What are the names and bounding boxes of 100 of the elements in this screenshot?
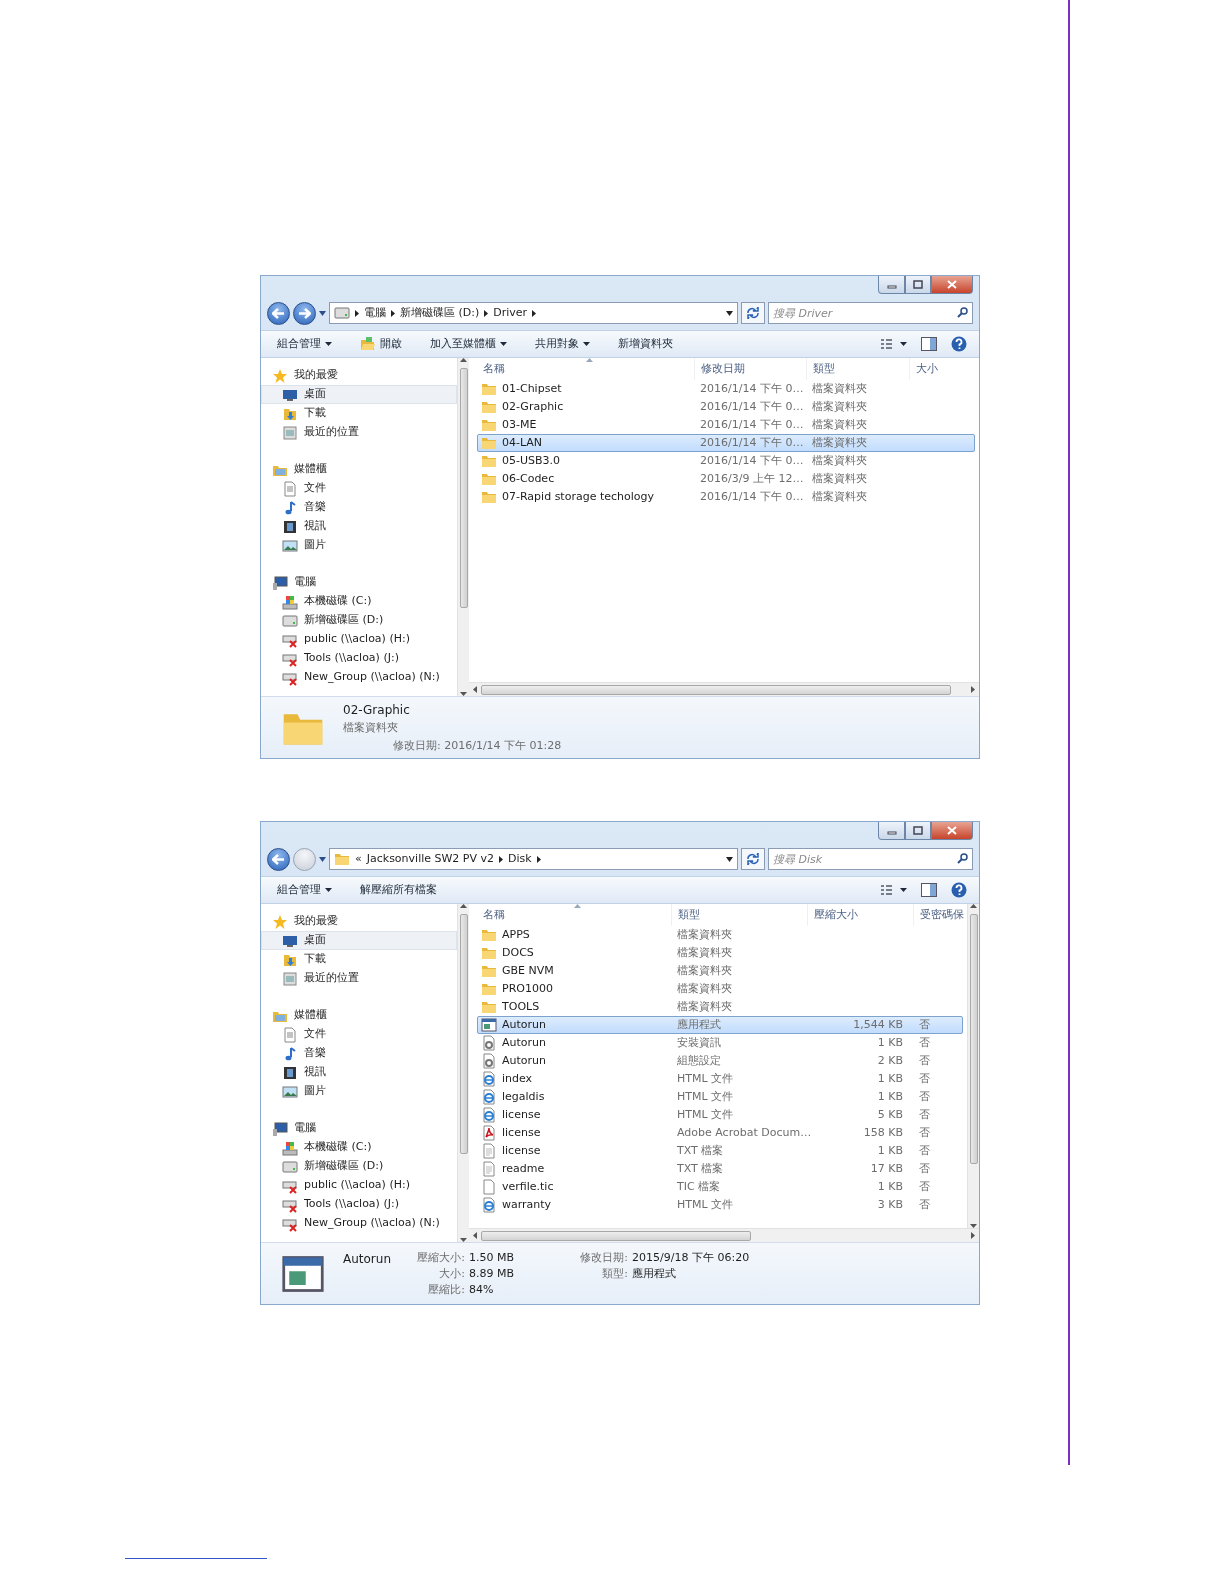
toolbar-button[interactable]: 解壓縮所有檔案 bbox=[356, 879, 441, 901]
caret-icon[interactable] bbox=[319, 856, 326, 862]
column-header[interactable]: 類型 bbox=[672, 904, 808, 926]
close-button[interactable] bbox=[931, 276, 973, 294]
breadcrumb[interactable]: Disk bbox=[508, 850, 532, 868]
search-field[interactable]: 搜尋 Disk bbox=[768, 848, 973, 870]
toolbar-button[interactable]: 組合管理 bbox=[273, 333, 336, 355]
scroll-left-icon[interactable] bbox=[473, 1232, 477, 1239]
breadcrumb[interactable]: 新增磁碟區 (D:) bbox=[400, 304, 480, 322]
chevron-icon[interactable] bbox=[355, 309, 359, 317]
file-row[interactable]: legaldis HTML 文件 1 KB 否 bbox=[477, 1088, 963, 1106]
sidebar-item[interactable]: Tools (\\acloa) (J:) bbox=[261, 649, 457, 668]
sidebar-item[interactable]: 音樂 bbox=[261, 1044, 457, 1063]
search-icon[interactable] bbox=[957, 307, 968, 318]
column-header[interactable]: 名稱 bbox=[477, 904, 672, 926]
file-row[interactable]: warranty HTML 文件 3 KB 否 bbox=[477, 1196, 963, 1214]
sidebar-item[interactable]: 下載 bbox=[261, 404, 457, 423]
address-bar[interactable]: 電腦 新增磁碟區 (D:) Driver bbox=[329, 302, 738, 324]
minimize-button[interactable] bbox=[878, 276, 905, 294]
column-header[interactable]: 修改日期 bbox=[695, 358, 807, 380]
sidebar-item[interactable]: 視訊 bbox=[261, 1063, 457, 1082]
sidebar-group[interactable]: 媒體櫃 bbox=[261, 460, 457, 479]
scroll-left-icon[interactable] bbox=[473, 686, 477, 693]
sidebar-item[interactable]: 桌面 bbox=[261, 385, 457, 404]
sidebar-scrollbar[interactable] bbox=[457, 904, 469, 1242]
maximize-button[interactable] bbox=[905, 822, 931, 840]
close-button[interactable] bbox=[931, 822, 973, 840]
caret-icon[interactable] bbox=[726, 310, 733, 316]
toolbar-button[interactable]: 組合管理 bbox=[273, 879, 336, 901]
toolbar-button[interactable]: 共用對象 bbox=[531, 333, 594, 355]
file-row[interactable]: GBE NVM 檔案資料夾 bbox=[477, 962, 963, 980]
file-row[interactable]: Autorun 應用程式 1,544 KB 否 bbox=[477, 1016, 963, 1034]
file-row[interactable]: verfile.tic TIC 檔案 1 KB 否 bbox=[477, 1178, 963, 1196]
caret-icon[interactable] bbox=[726, 856, 733, 862]
minimize-button[interactable] bbox=[878, 822, 905, 840]
search-field[interactable]: 搜尋 Driver bbox=[768, 302, 973, 324]
sidebar-item[interactable]: 圖片 bbox=[261, 536, 457, 555]
toolbar-button[interactable]: 開啟 bbox=[356, 333, 406, 355]
sidebar-item[interactable]: Tools (\\acloa) (J:) bbox=[261, 1195, 457, 1214]
breadcrumb[interactable]: Driver bbox=[493, 304, 528, 322]
chevron-icon[interactable] bbox=[484, 309, 489, 317]
sidebar-group[interactable]: 我的最愛 bbox=[261, 366, 457, 385]
sidebar-scrollbar[interactable] bbox=[457, 358, 469, 696]
toolbar-button[interactable]: 新增資料夾 bbox=[614, 333, 677, 355]
back-button[interactable] bbox=[267, 847, 290, 871]
sidebar-item[interactable]: 最近的位置 bbox=[261, 423, 457, 442]
scrollbar[interactable] bbox=[469, 1228, 979, 1242]
breadcrumb[interactable]: Jacksonville SW2 PV v2 bbox=[366, 850, 495, 868]
sidebar-item[interactable]: 本機磁碟 (C:) bbox=[261, 1138, 457, 1157]
chevron-icon[interactable] bbox=[536, 855, 541, 863]
toolbar-button[interactable]: 加入至媒體櫃 bbox=[426, 333, 511, 355]
sidebar-item[interactable]: 本機磁碟 (C:) bbox=[261, 592, 457, 611]
scroll-right-icon[interactable] bbox=[971, 1232, 975, 1239]
back-button[interactable] bbox=[267, 301, 290, 325]
file-row[interactable]: license TXT 檔案 1 KB 否 bbox=[477, 1142, 963, 1160]
chevron-icon[interactable] bbox=[532, 309, 537, 317]
file-row[interactable]: license Adobe Acrobat Docum… 158 KB 否 bbox=[477, 1124, 963, 1142]
refresh-button[interactable] bbox=[741, 302, 765, 324]
column-header[interactable]: 大小 bbox=[910, 358, 979, 380]
file-row[interactable]: Autorun 組態設定 2 KB 否 bbox=[477, 1052, 963, 1070]
refresh-button[interactable] bbox=[741, 848, 765, 870]
preview-pane-icon[interactable] bbox=[921, 337, 937, 351]
sidebar-group[interactable]: 電腦 bbox=[261, 1119, 457, 1138]
sidebar-item[interactable]: 新增磁碟區 (D:) bbox=[261, 1157, 457, 1176]
view-options-icon[interactable] bbox=[881, 339, 907, 349]
sidebar-item[interactable]: 音樂 bbox=[261, 498, 457, 517]
sidebar-item[interactable]: public (\\acloa) (H:) bbox=[261, 1176, 457, 1195]
sidebar-item[interactable]: New_Group (\\acloa) (N:) bbox=[261, 1214, 457, 1233]
column-header[interactable]: 名稱 bbox=[477, 358, 695, 380]
chevron-icon[interactable] bbox=[391, 309, 395, 317]
file-row[interactable]: 07-Rapid storage techology 2016/1/14 下午 0… 檔案資料夾 bbox=[477, 488, 975, 506]
breadcrumb[interactable]: 電腦 bbox=[364, 304, 386, 322]
overflow-mark[interactable]: « bbox=[355, 850, 362, 868]
sidebar-group[interactable]: 我的最愛 bbox=[261, 912, 457, 931]
search-icon[interactable] bbox=[957, 853, 968, 864]
sidebar-group[interactable]: 電腦 bbox=[261, 573, 457, 592]
file-row[interactable]: license HTML 文件 5 KB 否 bbox=[477, 1106, 963, 1124]
file-row[interactable]: 01-Chipset 2016/1/14 下午 0… 檔案資料夾 bbox=[477, 380, 975, 398]
scrollbar[interactable] bbox=[967, 904, 979, 1228]
view-options-icon[interactable] bbox=[881, 885, 907, 895]
chevron-icon[interactable] bbox=[499, 855, 504, 863]
sidebar-item[interactable]: 最近的位置 bbox=[261, 969, 457, 988]
help-icon[interactable] bbox=[951, 882, 967, 898]
file-row[interactable]: APPS 檔案資料夾 bbox=[477, 926, 963, 944]
file-row[interactable]: PRO1000 檔案資料夾 bbox=[477, 980, 963, 998]
file-row[interactable]: TOOLS 檔案資料夾 bbox=[477, 998, 963, 1016]
sidebar-item[interactable]: public (\\acloa) (H:) bbox=[261, 630, 457, 649]
preview-pane-icon[interactable] bbox=[921, 883, 937, 897]
sidebar-item[interactable]: 下載 bbox=[261, 950, 457, 969]
sidebar-item[interactable]: New_Group (\\acloa) (N:) bbox=[261, 668, 457, 687]
sidebar-item[interactable]: 新增磁碟區 (D:) bbox=[261, 611, 457, 630]
file-row[interactable]: 05-USB3.0 2016/1/14 下午 0… 檔案資料夾 bbox=[477, 452, 975, 470]
sidebar-item[interactable]: 桌面 bbox=[261, 931, 457, 950]
column-header[interactable]: 類型 bbox=[807, 358, 910, 380]
help-icon[interactable] bbox=[951, 336, 967, 352]
file-row[interactable]: 04-LAN 2016/1/14 下午 0… 檔案資料夾 bbox=[477, 434, 975, 452]
file-row[interactable]: 06-Codec 2016/3/9 上午 12… 檔案資料夾 bbox=[477, 470, 975, 488]
file-row[interactable]: 03-ME 2016/1/14 下午 0… 檔案資料夾 bbox=[477, 416, 975, 434]
file-row[interactable]: DOCS 檔案資料夾 bbox=[477, 944, 963, 962]
caret-icon[interactable] bbox=[319, 310, 326, 316]
